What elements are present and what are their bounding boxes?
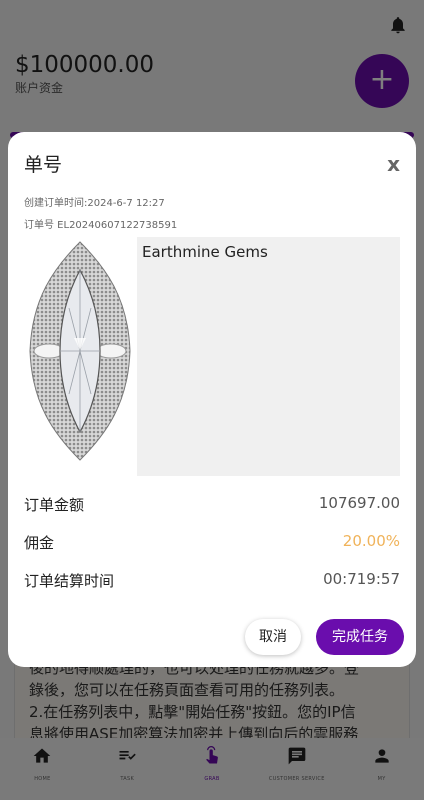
- order-amount-row: 订单金额 107697.00: [24, 494, 400, 515]
- product-name: Earthmine Gems: [137, 237, 400, 476]
- cancel-button[interactable]: 取消: [245, 619, 301, 655]
- settlement-time-row: 订单结算时间 00:719:57: [24, 570, 400, 591]
- order-modal: 单号 x 创建订单时间:2024-6-7 12:27 订单号 EL2024060…: [8, 132, 416, 667]
- close-button[interactable]: x: [387, 152, 400, 176]
- order-amount-label: 订单金额: [24, 496, 85, 514]
- commission-label: 佣金: [24, 534, 55, 552]
- ring-product-image: [24, 238, 136, 464]
- modal-title: 单号: [24, 154, 63, 176]
- complete-task-button[interactable]: 完成任务: [316, 619, 404, 655]
- order-number: 订单号 EL20240607122738591: [24, 220, 178, 231]
- commission-value: 20.00%: [342, 532, 400, 550]
- commission-row: 佣金 20.00%: [24, 532, 400, 553]
- order-amount-value: 107697.00: [318, 494, 400, 512]
- settlement-time-value: 00:719:57: [323, 570, 400, 588]
- order-created-time: 创建订单时间:2024-6-7 12:27: [24, 198, 165, 209]
- settlement-time-label: 订单结算时间: [24, 572, 115, 590]
